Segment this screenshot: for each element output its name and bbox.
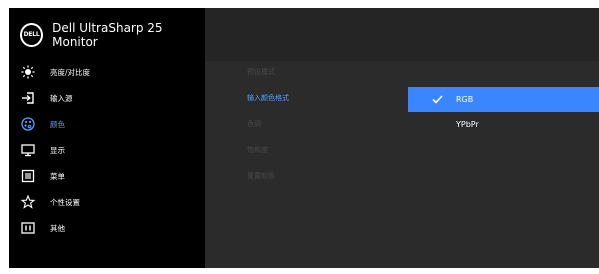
- monitor-title: Dell UltraSharp 25 Monitor: [52, 20, 163, 49]
- menu-item-label: 亮度/对比度: [50, 67, 91, 77]
- submenu-item-hue[interactable]: 色调: [247, 116, 261, 132]
- dell-logo-icon: DELL: [20, 22, 44, 47]
- star-icon: [21, 195, 35, 209]
- checkmark-icon: [430, 95, 444, 104]
- color-palette-icon: [21, 117, 35, 131]
- other-info-icon: [21, 221, 35, 235]
- menu-item-label: 菜单: [50, 171, 65, 181]
- menu-item-display[interactable]: 显示: [9, 137, 205, 163]
- header-band: [205, 8, 599, 61]
- option-label: RGB: [456, 95, 474, 104]
- menu-item-color[interactable]: 颜色: [9, 111, 205, 137]
- menu-item-others[interactable]: 其他: [9, 215, 205, 241]
- menu-item-label: 其他: [50, 223, 65, 233]
- brightness-icon: [21, 65, 35, 79]
- brand-header: DELL Dell UltraSharp 25 Monitor: [9, 8, 205, 61]
- submenu-item-saturation[interactable]: 饱和度: [247, 142, 268, 158]
- input-source-icon: [21, 91, 35, 105]
- menu-item-label: 个性设置: [50, 197, 80, 207]
- monitor-osd: DELL Dell UltraSharp 25 Monitor 亮度/对比度 输…: [0, 0, 599, 274]
- option-ypbpr[interactable]: YPbPr: [408, 112, 599, 137]
- menu-item-personalize[interactable]: 个性设置: [9, 189, 205, 215]
- menu-item-label: 颜色: [50, 119, 65, 129]
- menu-item-label: 输入源: [50, 93, 73, 103]
- menu-item-input-source[interactable]: 输入源: [9, 85, 205, 111]
- display-icon: [21, 143, 35, 157]
- submenu-item-reset-color[interactable]: 重置颜色: [247, 168, 275, 184]
- menu-item-brightness-contrast[interactable]: 亮度/对比度: [9, 59, 205, 85]
- menu-icon: [21, 169, 35, 183]
- submenu-item-input-color-format[interactable]: 输入颜色格式: [247, 90, 289, 106]
- option-rgb[interactable]: RGB: [408, 87, 599, 112]
- option-label: YPbPr: [456, 120, 479, 129]
- menu-item-menu[interactable]: 菜单: [9, 163, 205, 189]
- submenu-item-preset-modes[interactable]: 预设模式: [247, 64, 275, 80]
- menu-item-label: 显示: [50, 145, 65, 155]
